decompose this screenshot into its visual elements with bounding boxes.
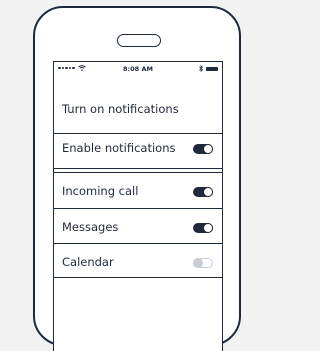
- divider: [54, 172, 222, 173]
- status-time: 8:08 AM: [123, 65, 153, 73]
- incoming-call-toggle[interactable]: [193, 187, 213, 197]
- messages-toggle[interactable]: [193, 223, 213, 233]
- divider: [54, 208, 222, 209]
- divider: [54, 168, 222, 169]
- phone-frame: 8:08 AM Turn on notifications Enable not…: [33, 6, 241, 351]
- divider: [54, 243, 222, 244]
- setting-label: Enable notifications: [62, 141, 176, 155]
- divider: [54, 277, 222, 278]
- toggle-knob: [203, 187, 213, 197]
- bluetooth-icon: [199, 65, 203, 72]
- enable-notifications-toggle[interactable]: [193, 144, 213, 154]
- page-title: Turn on notifications: [62, 102, 179, 116]
- status-right: [199, 65, 218, 72]
- setting-label: Calendar: [62, 255, 114, 269]
- status-bar: 8:08 AM: [54, 62, 222, 76]
- phone-screen: 8:08 AM Turn on notifications Enable not…: [53, 61, 223, 351]
- toggle-knob: [203, 223, 213, 233]
- setting-label: Messages: [62, 220, 119, 234]
- setting-label: Incoming call: [62, 184, 139, 198]
- toggle-knob: [203, 144, 213, 154]
- setting-row-enable-notifications[interactable]: Enable notifications: [54, 133, 222, 161]
- setting-row-messages[interactable]: Messages: [54, 212, 222, 240]
- speaker-slot: [117, 34, 161, 47]
- setting-row-calendar[interactable]: Calendar: [54, 247, 222, 275]
- calendar-toggle[interactable]: [192, 257, 213, 268]
- battery-icon: [206, 66, 218, 71]
- toggle-knob: [192, 257, 203, 268]
- setting-row-incoming-call[interactable]: Incoming call: [54, 176, 222, 204]
